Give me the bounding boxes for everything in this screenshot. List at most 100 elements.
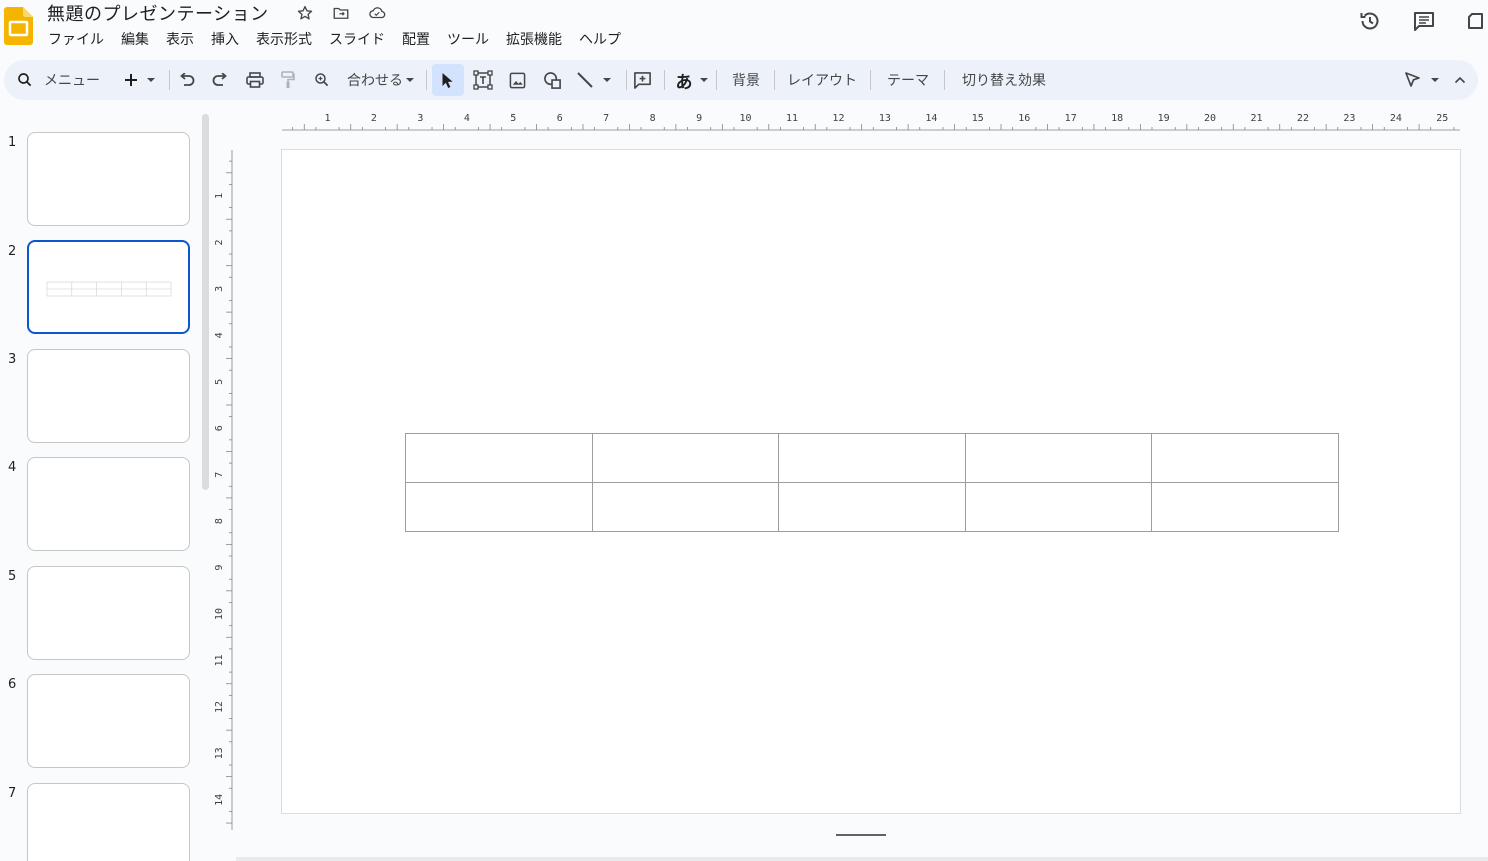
- ruler-label: 17: [1065, 113, 1077, 124]
- move-folder-icon[interactable]: [330, 3, 352, 23]
- menu-slide[interactable]: スライド: [329, 30, 385, 50]
- vertical-ruler[interactable]: 1234567891011121314: [212, 150, 234, 830]
- slide-table[interactable]: [405, 433, 1339, 532]
- add-comment-button[interactable]: [630, 60, 654, 100]
- slide-thumbnail[interactable]: [27, 566, 190, 660]
- ruler-label: 24: [1390, 113, 1402, 124]
- slide-thumbnail[interactable]: [27, 783, 190, 861]
- chevron-down-icon: [603, 78, 611, 82]
- theme-button[interactable]: テーマ: [880, 60, 936, 100]
- pointer-mode-button[interactable]: [1402, 60, 1442, 100]
- undo-icon: [180, 73, 195, 86]
- chevron-down-icon: [699, 78, 708, 82]
- ruler-label: 16: [1018, 113, 1030, 124]
- ruler-label: 6: [214, 425, 225, 431]
- ruler-label: 2: [371, 113, 377, 124]
- chevron-down-icon: [147, 78, 155, 82]
- slide-editor[interactable]: [281, 149, 1461, 814]
- table-cell[interactable]: [405, 433, 593, 483]
- table-row: [405, 482, 1339, 532]
- print-button[interactable]: [244, 60, 266, 100]
- filmstrip-scrollbar[interactable]: [202, 114, 209, 490]
- collapse-toolbar-button[interactable]: [1450, 60, 1470, 100]
- ruler-label: 5: [510, 113, 516, 124]
- select-tool-button[interactable]: [432, 60, 464, 100]
- new-slide-button[interactable]: [120, 60, 160, 100]
- horizontal-ruler[interactable]: 1 2 3 4 5 6 7 8 9 10 11 12 13 14 15 16 17 18 19 20 21 22 23 24 2…: [282, 110, 1460, 132]
- ruler-label: 7: [214, 472, 225, 478]
- table-cell[interactable]: [964, 482, 1153, 532]
- table-cell[interactable]: [964, 433, 1153, 483]
- menu-file[interactable]: ファイル: [48, 30, 104, 50]
- bottom-scrollbar[interactable]: [236, 857, 1488, 861]
- table-cell[interactable]: [778, 482, 966, 532]
- ruler-label: 11: [786, 113, 798, 124]
- ruler-label: 8: [650, 113, 656, 124]
- menu-view[interactable]: 表示: [166, 30, 194, 50]
- toolbar-divider: [944, 70, 945, 90]
- paint-format-button[interactable]: [277, 60, 299, 100]
- version-history-icon[interactable]: [1358, 9, 1382, 33]
- title-actions: [294, 3, 388, 23]
- ruler-label: 18: [1111, 113, 1123, 124]
- table-cell[interactable]: [778, 433, 966, 483]
- zoom-button[interactable]: [311, 60, 333, 100]
- speaker-notes-handle[interactable]: [836, 834, 886, 836]
- ruler-label: 8: [214, 518, 225, 524]
- redo-button[interactable]: [209, 60, 231, 100]
- layout-button[interactable]: レイアウト: [782, 60, 862, 100]
- menu-extensions[interactable]: 拡張機能: [506, 30, 562, 50]
- menu-arrange[interactable]: 配置: [402, 30, 430, 50]
- ruler-label: 10: [214, 608, 225, 620]
- image-icon: [509, 72, 525, 88]
- background-button[interactable]: 背景: [726, 60, 766, 100]
- zoom-select[interactable]: 合わせる: [344, 60, 418, 100]
- shape-icon: [543, 71, 561, 89]
- shape-button[interactable]: [541, 60, 563, 100]
- ruler-label: 25: [1436, 113, 1448, 124]
- slide-thumbnail[interactable]: [27, 674, 190, 768]
- table-cell[interactable]: [1151, 482, 1339, 532]
- meet-icon[interactable]: [1466, 9, 1488, 33]
- table-cell[interactable]: [591, 433, 780, 483]
- toolbar-divider: [870, 70, 871, 90]
- slides-logo-icon[interactable]: [4, 7, 33, 45]
- ruler-label: 13: [214, 747, 225, 759]
- slide-number: 4: [8, 460, 17, 475]
- slide-thumbnail-active[interactable]: [27, 240, 190, 334]
- ruler-label: 11: [214, 654, 225, 666]
- slide-thumbnail[interactable]: [27, 349, 190, 443]
- comments-icon[interactable]: [1412, 9, 1436, 33]
- slide-thumbnail[interactable]: [27, 132, 190, 226]
- input-tools-button[interactable]: あ: [670, 60, 714, 100]
- table-cell[interactable]: [591, 482, 780, 532]
- table-cell[interactable]: [1151, 433, 1339, 483]
- toolbar-divider: [169, 70, 170, 90]
- menu-search-label: メニュー: [44, 73, 100, 89]
- slide-thumbnail[interactable]: [27, 457, 190, 551]
- toolbar-divider: [664, 70, 665, 90]
- cloud-status-icon[interactable]: [366, 3, 388, 23]
- ruler-label: 7: [603, 113, 609, 124]
- menu-search[interactable]: メニュー: [16, 60, 112, 100]
- menu-insert[interactable]: 挿入: [211, 30, 239, 50]
- document-title[interactable]: 無題のプレゼンテーション: [47, 0, 269, 26]
- menu-tools[interactable]: ツール: [447, 30, 489, 50]
- slide-number: 5: [8, 569, 17, 584]
- menu-format[interactable]: 表示形式: [256, 30, 312, 50]
- ruler-label: 15: [972, 113, 984, 124]
- toolbar-divider: [774, 70, 775, 90]
- menu-edit[interactable]: 編集: [121, 30, 149, 50]
- text-box-icon: [473, 70, 493, 90]
- ruler-label: 9: [214, 565, 225, 571]
- star-icon[interactable]: [294, 3, 316, 23]
- table-cell[interactable]: [405, 482, 593, 532]
- undo-button[interactable]: [176, 60, 198, 100]
- zoom-select-label: 合わせる: [347, 73, 403, 89]
- line-tool-button[interactable]: [576, 60, 622, 100]
- transition-button[interactable]: 切り替え効果: [954, 60, 1054, 100]
- redo-icon: [212, 73, 227, 86]
- text-box-button[interactable]: [471, 60, 495, 100]
- menu-help[interactable]: ヘルプ: [579, 30, 621, 50]
- insert-image-button[interactable]: [506, 60, 528, 100]
